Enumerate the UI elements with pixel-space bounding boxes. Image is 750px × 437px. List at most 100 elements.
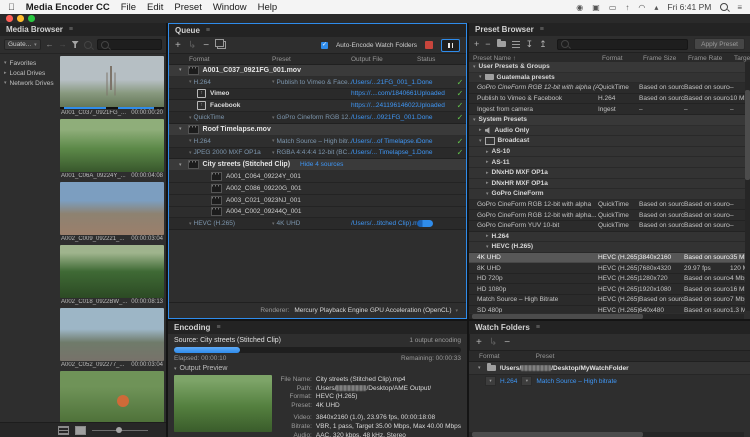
video-thumbnail[interactable]	[60, 308, 164, 361]
auto-encode-checkbox[interactable]: ✓	[321, 42, 328, 49]
menu-window[interactable]: Window	[213, 2, 247, 13]
preset-row[interactable]: GoPro CineForm YUV 10-bit QuickTime Base…	[469, 221, 745, 232]
media-search-input[interactable]	[97, 39, 162, 50]
chevron-right-icon[interactable]: ▸	[486, 170, 489, 176]
stitched-source-row[interactable]: A001_C064_09224Y_001	[169, 171, 466, 183]
add-output-button[interactable]: ↳	[489, 337, 497, 348]
upload-url-link[interactable]: https://...24119614602283	[351, 102, 417, 109]
preset-row[interactable]: Publish to Vimeo & Facebook H.264 Based …	[469, 94, 745, 105]
import-presets-button[interactable]: ↧	[526, 39, 534, 50]
preset-search-input[interactable]	[557, 39, 689, 50]
panel-menu-icon[interactable]: ≡	[536, 324, 540, 331]
col-frame-size[interactable]: Frame Size	[643, 55, 688, 62]
watch-folder-row[interactable]: ▾ /Users//Desktop/MyWatchFolder	[469, 362, 750, 375]
format-dropdown-icon[interactable]: ▾	[189, 150, 192, 156]
output-file-link[interactable]: /Users/...of Timelapse.mp4	[351, 138, 417, 145]
back-button[interactable]: ←	[46, 40, 54, 49]
watch-folder-output-row[interactable]: ▾ H.264 ▾ Match Source – High bitrate	[469, 375, 750, 387]
upload-url-link[interactable]: https://....com/184066142	[351, 90, 417, 97]
menubar-wifi-icon[interactable]: ◠	[638, 3, 645, 12]
preset-group-row[interactable]: ▸Audio Only	[469, 126, 745, 137]
tree-item-local-drives[interactable]: ▸ Local Drives	[0, 68, 58, 78]
preset-group-row[interactable]: ▸H.264	[469, 232, 745, 243]
forward-button[interactable]: →	[59, 40, 67, 49]
format-dropdown-icon[interactable]: ▾	[485, 376, 496, 386]
chevron-down-icon[interactable]: ▾	[473, 117, 476, 123]
chevron-down-icon[interactable]: ▾	[179, 162, 182, 168]
col-frame-rate[interactable]: Frame Rate	[688, 55, 734, 62]
preset-dropdown-icon[interactable]: ▾	[272, 221, 275, 227]
output-file-link[interactable]: /Users/...titched Clip).mp4	[351, 220, 417, 227]
chevron-right-icon[interactable]: ▸	[486, 233, 489, 239]
preset-row[interactable]: HD 1080p HEVC (H.265) 1920x1080 Based on…	[469, 284, 745, 295]
chevron-down-icon[interactable]: ▾	[179, 126, 182, 132]
media-clip[interactable]: A002_C009_092221_...00:00:03:04	[60, 182, 164, 242]
preset-settings-button[interactable]	[512, 41, 520, 48]
stitched-source-row[interactable]: A004_C002_09244Q_001	[169, 207, 466, 219]
preset-group-row[interactable]: ▾HEVC (H.265)	[469, 242, 745, 253]
remove-button[interactable]: −	[203, 40, 209, 51]
col-status[interactable]: Status	[417, 56, 454, 63]
stitched-source-row[interactable]: A003_C021_0923NJ_001	[169, 195, 466, 207]
preset-row[interactable]: Ingest from camera Ingest – – –	[469, 104, 745, 115]
minimize-window-button[interactable]	[17, 15, 24, 22]
tab-media-browser[interactable]: Media Browser	[6, 25, 63, 34]
chevron-down-icon[interactable]: ▾	[479, 74, 482, 80]
video-thumbnail[interactable]	[60, 119, 164, 172]
preset-dropdown-icon[interactable]: ▾	[272, 79, 275, 85]
queue-output-row[interactable]: ▾JPEG 2000 MXF OP1a ▾RGBA 4:4:4:4 12-bit…	[169, 148, 466, 160]
output-preview-toggle[interactable]: ▾ Output Preview	[174, 365, 461, 372]
delete-preset-button[interactable]: −	[485, 39, 490, 49]
close-window-button[interactable]	[6, 15, 13, 22]
apply-preset-button[interactable]: Apply Preset	[694, 38, 745, 50]
col-format[interactable]: Format	[602, 55, 643, 62]
preset-dropdown-icon[interactable]: ▾	[272, 138, 275, 144]
chevron-right-icon[interactable]: ▸	[486, 180, 489, 186]
queue-source-row[interactable]: ▾ City streets (Stitched Clip) Hide 4 so…	[169, 159, 466, 171]
col-target-rate[interactable]: Target Rate	[734, 55, 750, 62]
menubar-windows-icon[interactable]: ▣	[592, 3, 600, 12]
tree-item-network-drives[interactable]: ▾ Network Drives	[0, 78, 58, 88]
stop-queue-button[interactable]	[425, 41, 433, 49]
format-dropdown-icon[interactable]: ▾	[189, 221, 192, 227]
menu-file[interactable]: File	[121, 2, 136, 13]
video-thumbnail[interactable]	[60, 182, 164, 235]
tab-queue[interactable]: Queue	[175, 26, 200, 35]
chevron-right-icon[interactable]: ▸	[486, 149, 489, 155]
menubar-arrow-icon[interactable]: ↑	[625, 3, 629, 12]
media-clip[interactable]: A002_C018_0922BW_...00:00:08:13	[60, 245, 164, 305]
preset-group-row[interactable]: ▾Broadcast	[469, 136, 745, 147]
duplicate-button[interactable]	[217, 41, 226, 49]
renderer-dropdown[interactable]: Mercury Playback Engine GPU Acceleration…	[294, 307, 458, 314]
menubar-eye-icon[interactable]: ◉	[576, 3, 583, 12]
preset-group-row[interactable]: ▾GoPro CineForm	[469, 189, 745, 200]
spotlight-icon[interactable]	[720, 3, 728, 11]
notification-center-icon[interactable]: ≡	[737, 3, 742, 12]
menubar-display-icon[interactable]: ▭	[609, 3, 617, 12]
stitched-source-row[interactable]: A002_C086_09220G_001	[169, 183, 466, 195]
media-clip[interactable]: A002_C052_092277_...00:00:03:04	[60, 308, 164, 368]
export-presets-button[interactable]: ↥	[539, 39, 547, 50]
media-clip[interactable]: A001_C06A_09224Y_...00:00:04:08	[60, 119, 164, 179]
format-dropdown-icon[interactable]: ▾	[189, 138, 192, 144]
tab-encoding[interactable]: Encoding	[174, 323, 210, 332]
output-file-link[interactable]: /Users/...0921FG_001.mov	[351, 114, 417, 121]
queue-encoding-row[interactable]: ▾HEVC (H.265) ▾4K UHD /Users/...titched …	[169, 218, 466, 230]
menu-edit[interactable]: Edit	[147, 2, 163, 13]
vertical-scrollbar[interactable]	[745, 62, 750, 311]
media-clip[interactable]: A001_C037_0921FG_...00:00:00:20	[60, 56, 164, 116]
video-thumbnail[interactable]	[60, 371, 164, 423]
queue-publish-row[interactable]: ↑Facebook https://...24119614602283 Uplo…	[169, 100, 466, 112]
chevron-down-icon[interactable]: ▾	[479, 138, 482, 144]
tree-item-favorites[interactable]: ▾ Favorites	[0, 58, 58, 68]
new-preset-group-button[interactable]	[497, 41, 506, 47]
tab-preset-browser[interactable]: Preset Browser	[475, 25, 534, 34]
format-dropdown-icon[interactable]: ▾	[189, 115, 192, 121]
add-watch-folder-button[interactable]: +	[476, 337, 482, 348]
format-dropdown-icon[interactable]: ▾	[189, 79, 192, 85]
menubar-eject-icon[interactable]: ▴	[654, 3, 658, 12]
queue-source-row[interactable]: ▾ A001_C037_0921FG_001.mov	[169, 65, 466, 77]
add-source-button[interactable]: +	[175, 40, 181, 51]
queue-output-row[interactable]: ▾H.264 ▾Match Source – High bitr... /Use…	[169, 136, 466, 148]
app-menu-title[interactable]: Media Encoder CC	[26, 2, 110, 13]
